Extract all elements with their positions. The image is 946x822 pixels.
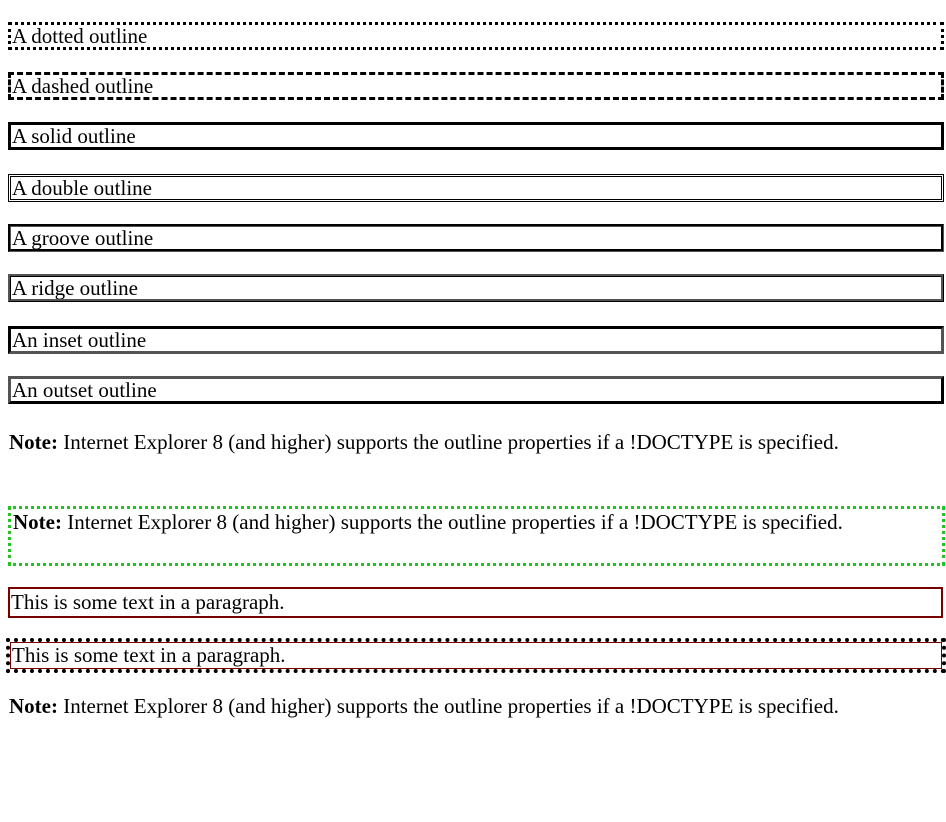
dotted-outline-box: A dotted outline <box>8 22 944 50</box>
green-outlined-note-box: Note: Internet Explorer 8 (and higher) s… <box>8 506 945 566</box>
dashed-outline-box: A dashed outline <box>8 72 944 100</box>
outset-outline-box: An outset outline <box>8 376 944 404</box>
inset-outline-label: An inset outline <box>12 328 147 352</box>
bordered-paragraph: This is some text in a paragraph. <box>8 587 943 618</box>
double-outline-box: A double outline <box>8 174 944 202</box>
note-prefix: Note: <box>9 430 58 454</box>
note-prefix: Note: <box>9 694 58 718</box>
ridge-outline-label: A ridge outline <box>12 276 138 300</box>
inset-outline-box: An inset outline <box>8 326 944 354</box>
outlined-bordered-paragraph: This is some text in a paragraph. <box>6 638 946 673</box>
paragraph-inner-border: This is some text in a paragraph. <box>10 642 942 669</box>
paragraph-text: This is some text in a paragraph. <box>12 643 286 667</box>
solid-outline-label: A solid outline <box>12 124 136 148</box>
paragraph-text: This is some text in a paragraph. <box>11 590 285 614</box>
dashed-outline-label: A dashed outline <box>12 74 154 98</box>
ridge-outline-box: A ridge outline <box>8 274 944 302</box>
groove-outline-label: A groove outline <box>12 226 154 250</box>
ie8-note-bottom: Note: Internet Explorer 8 (and higher) s… <box>9 693 909 720</box>
double-outline-label: A double outline <box>12 176 152 200</box>
solid-outline-box: A solid outline <box>8 122 944 150</box>
note-prefix: Note: <box>13 510 62 534</box>
outset-outline-label: An outset outline <box>12 378 157 402</box>
ie8-note-green: Note: Internet Explorer 8 (and higher) s… <box>13 509 913 536</box>
dotted-outline-label: A dotted outline <box>12 24 148 48</box>
note-text: Internet Explorer 8 (and higher) support… <box>61 510 843 534</box>
page: A dotted outline A dashed outline A soli… <box>0 0 946 822</box>
groove-outline-box: A groove outline <box>8 224 944 252</box>
ie8-note: Note: Internet Explorer 8 (and higher) s… <box>9 429 909 456</box>
note-text: Internet Explorer 8 (and higher) support… <box>57 694 839 718</box>
note-text: Internet Explorer 8 (and higher) support… <box>57 430 839 454</box>
